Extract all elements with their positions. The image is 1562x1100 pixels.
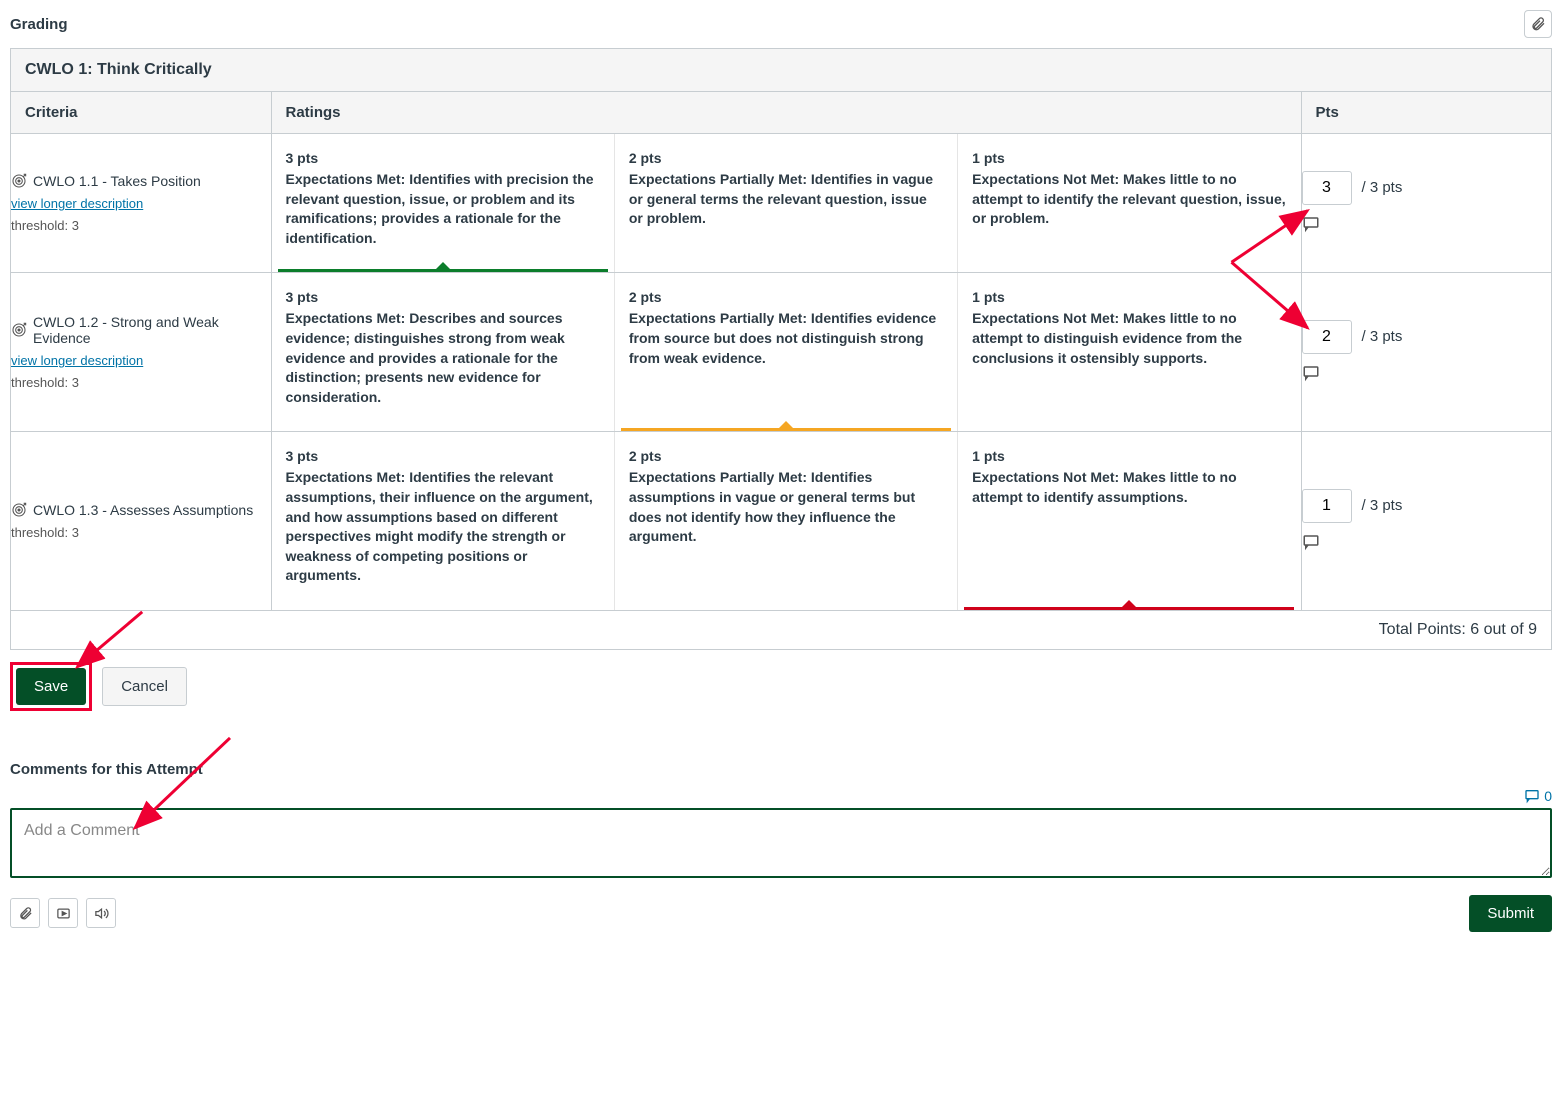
rubric-table: Criteria Ratings Pts CWLO 1.1 - Takes Po… <box>11 92 1551 610</box>
rating-points: 1 pts <box>972 150 1286 166</box>
points-input[interactable] <box>1302 171 1352 205</box>
rating-description: Expectations Not Met: Makes little to no… <box>972 170 1286 229</box>
grading-title: Grading <box>10 16 68 33</box>
rating-points: 3 pts <box>286 289 600 305</box>
rating-description: Expectations Partially Met: Identifies e… <box>629 309 943 368</box>
rubric-title: CWLO 1: Think Critically <box>11 49 1551 92</box>
comments-title: Comments for this Attempt <box>10 761 1552 778</box>
media-record-button[interactable] <box>48 898 78 928</box>
comment-icon <box>1302 533 1320 551</box>
comment-icon <box>1302 364 1320 382</box>
header-criteria: Criteria <box>11 92 271 134</box>
rating-description: Expectations Met: Identifies the relevan… <box>286 468 600 586</box>
criterion-comment-button[interactable] <box>1302 215 1320 236</box>
paperclip-icon <box>1530 16 1546 32</box>
attach-file-button[interactable] <box>10 898 40 928</box>
threshold-text: threshold: 3 <box>11 375 79 390</box>
speech-button[interactable] <box>86 898 116 928</box>
rating-points: 2 pts <box>629 150 943 166</box>
rating-description: Expectations Met: Describes and sources … <box>286 309 600 407</box>
rating-description: Expectations Not Met: Makes little to no… <box>972 468 1286 507</box>
points-input[interactable] <box>1302 320 1352 354</box>
rating-points: 1 pts <box>972 289 1286 305</box>
criterion-name: CWLO 1.3 - Assesses Assumptions <box>33 502 253 518</box>
view-longer-link[interactable]: view longer description <box>11 196 143 211</box>
rating-cell[interactable]: 2 pts Expectations Partially Met: Identif… <box>615 432 958 610</box>
rating-points: 2 pts <box>629 448 943 464</box>
outcome-icon <box>11 502 27 518</box>
rubric-row: CWLO 1.2 - Strong and Weak Evidence view … <box>11 273 1551 432</box>
rating-cell[interactable]: 3 pts Expectations Met: Identifies with p… <box>272 134 615 272</box>
header-ratings: Ratings <box>271 92 1301 134</box>
rating-cell[interactable]: 3 pts Expectations Met: Identifies the re… <box>272 432 615 610</box>
comment-textarea[interactable] <box>10 808 1552 878</box>
criterion-comment-button[interactable] <box>1302 533 1320 554</box>
criterion-name: CWLO 1.1 - Takes Position <box>33 173 201 189</box>
view-longer-link[interactable]: view longer description <box>11 353 143 368</box>
points-max: / 3 pts <box>1362 179 1403 196</box>
criterion-name: CWLO 1.2 - Strong and Weak Evidence <box>33 314 271 346</box>
rating-cell[interactable]: 1 pts Expectations Not Met: Makes little … <box>958 273 1300 431</box>
total-points: Total Points: 6 out of 9 <box>11 610 1551 649</box>
rating-cell[interactable]: 1 pts Expectations Not Met: Makes little … <box>958 134 1300 272</box>
rating-cell[interactable]: 3 pts Expectations Met: Describes and sou… <box>272 273 615 431</box>
rubric-row: CWLO 1.1 - Takes Position view longer des… <box>11 134 1551 273</box>
rating-cell[interactable]: 1 pts Expectations Not Met: Makes little … <box>958 432 1300 610</box>
rating-description: Expectations Partially Met: Identifies i… <box>629 170 943 229</box>
criterion-comment-button[interactable] <box>1302 364 1320 385</box>
rating-points: 2 pts <box>629 289 943 305</box>
save-button[interactable]: Save <box>16 668 86 705</box>
play-icon <box>56 906 71 921</box>
outcome-icon <box>11 173 27 189</box>
rubric-row: CWLO 1.3 - Assesses Assumptions threshold… <box>11 432 1551 610</box>
rating-description: Expectations Met: Identifies with precis… <box>286 170 600 248</box>
discussion-icon <box>1524 788 1540 804</box>
rubric-container: CWLO 1: Think Critically Criteria Rating… <box>10 48 1552 650</box>
header-pts: Pts <box>1301 92 1551 134</box>
cancel-button[interactable]: Cancel <box>102 667 187 706</box>
rating-cell[interactable]: 2 pts Expectations Partially Met: Identif… <box>615 134 958 272</box>
rating-description: Expectations Partially Met: Identifies a… <box>629 468 943 546</box>
comments-count: 0 <box>1544 788 1552 804</box>
rating-cell[interactable]: 2 pts Expectations Partially Met: Identif… <box>615 273 958 431</box>
comment-icon <box>1302 215 1320 233</box>
submit-button[interactable]: Submit <box>1469 895 1552 932</box>
points-max: / 3 pts <box>1362 328 1403 345</box>
speaker-icon <box>94 906 109 921</box>
rating-points: 3 pts <box>286 150 600 166</box>
attachment-button[interactable] <box>1524 10 1552 38</box>
outcome-icon <box>11 322 27 338</box>
threshold-text: threshold: 3 <box>11 525 79 540</box>
rating-points: 1 pts <box>972 448 1286 464</box>
threshold-text: threshold: 3 <box>11 218 79 233</box>
rating-points: 3 pts <box>286 448 600 464</box>
points-input[interactable] <box>1302 489 1352 523</box>
rating-description: Expectations Not Met: Makes little to no… <box>972 309 1286 368</box>
paperclip-icon <box>18 906 33 921</box>
points-max: / 3 pts <box>1362 497 1403 514</box>
